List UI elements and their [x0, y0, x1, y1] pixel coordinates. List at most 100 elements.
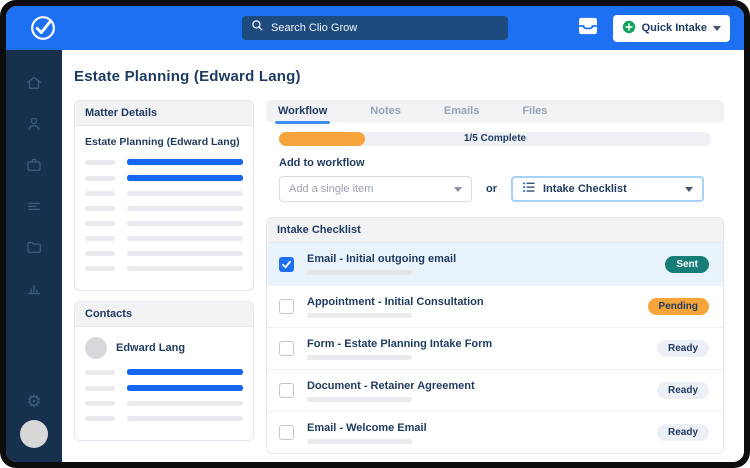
sidebar-item-home[interactable] — [6, 71, 62, 95]
search-input[interactable] — [271, 22, 499, 34]
contact-avatar — [85, 337, 107, 359]
checklist-item-title: Document - Retainer Agreement — [307, 379, 475, 392]
clio-grow-window: Quick Intake — [6, 6, 744, 462]
checklist-list-icon — [522, 180, 536, 199]
matter-details-header: Matter Details — [75, 101, 253, 126]
search-icon — [251, 19, 264, 37]
placeholder-bar-accent — [127, 159, 243, 165]
tab-emails[interactable]: Emails — [444, 100, 479, 122]
workflow-tab-bar: Workflow Notes Emails Files — [266, 100, 724, 124]
placeholder-bar — [85, 175, 115, 181]
user-avatar[interactable] — [20, 420, 48, 448]
placeholder-row — [85, 266, 243, 271]
quick-intake-button[interactable]: Quick Intake — [612, 14, 730, 42]
sidebar-item-reports[interactable] — [6, 276, 62, 300]
placeholder-bar — [85, 416, 115, 421]
intake-checklist-header: Intake Checklist — [267, 218, 723, 243]
contacts-placeholder-list — [85, 369, 243, 421]
checklist-row[interactable]: Email - Welcome Email Ready — [267, 411, 723, 453]
person-icon — [25, 115, 43, 133]
placeholder-bar — [85, 385, 115, 391]
placeholder-bar — [307, 312, 412, 318]
placeholder-bar — [307, 270, 412, 275]
workflow-column: Workflow Notes Emails Files 1/5 Complete… — [266, 100, 724, 454]
checkbox-unchecked[interactable] — [279, 341, 294, 356]
add-to-workflow-label: Add to workflow — [279, 157, 365, 169]
tab-workflow[interactable]: Workflow — [274, 100, 331, 124]
placeholder-bar — [127, 206, 243, 211]
checkbox-checked[interactable] — [279, 256, 294, 272]
checklist-item-title: Email - Welcome Email — [307, 421, 427, 434]
placeholder-bar — [85, 236, 115, 241]
app-window-frame: Quick Intake — [0, 0, 750, 468]
inbox-tray-icon[interactable] — [577, 17, 599, 40]
chevron-down-icon — [685, 186, 693, 192]
contact-row[interactable]: Edward Lang — [85, 337, 243, 359]
checkbox-unchecked[interactable] — [279, 299, 294, 314]
status-badge: Ready — [656, 340, 709, 357]
status-badge: Sent — [665, 255, 709, 273]
placeholder-bar — [85, 221, 115, 226]
placeholder-bar — [127, 236, 243, 241]
status-badge: Ready — [656, 382, 709, 399]
placeholder-bar — [85, 191, 115, 196]
placeholder-bar — [127, 191, 243, 196]
checklist-row[interactable]: Email - Initial outgoing email Sent — [267, 243, 723, 285]
sidebar-item-documents[interactable] — [6, 235, 62, 259]
clio-grow-logo-icon[interactable] — [20, 13, 58, 43]
add-to-workflow-controls: Add a single item or Intake Checklist — [279, 176, 711, 202]
placeholder-bar — [127, 251, 243, 256]
tab-notes[interactable]: Notes — [370, 100, 401, 122]
checklist-item-title: Form - Estate Planning Intake Form — [307, 337, 493, 350]
contact-name: Edward Lang — [116, 342, 186, 354]
contacts-panel: Contacts Edward Lang — [74, 301, 254, 441]
top-bar-actions: Quick Intake — [577, 14, 730, 42]
tab-files[interactable]: Files — [522, 100, 547, 122]
placeholder-row — [85, 191, 243, 196]
placeholder-row — [85, 159, 243, 165]
placeholder-bar — [307, 354, 412, 360]
home-icon — [25, 74, 43, 92]
bar-chart-icon — [25, 279, 43, 297]
global-search[interactable] — [242, 16, 508, 40]
intake-checklist-dropdown[interactable]: Intake Checklist — [511, 176, 704, 202]
placeholder-row — [85, 175, 243, 181]
placeholder-bar — [127, 221, 243, 226]
placeholder-bar — [307, 396, 412, 402]
status-badge: Pending — [647, 298, 709, 315]
single-item-dropdown[interactable]: Add a single item — [279, 176, 472, 202]
matter-details-placeholder-list — [85, 159, 243, 271]
sidebar-item-contacts[interactable] — [6, 112, 62, 136]
settings-gear-icon[interactable]: ⚙ — [26, 393, 41, 410]
checklist-row[interactable]: Form - Estate Planning Intake Form Ready — [267, 327, 723, 369]
checklist-row[interactable]: Appointment - Initial Consultation Pendi… — [267, 285, 723, 327]
placeholder-bar — [85, 369, 115, 375]
folder-icon — [25, 238, 43, 256]
quick-intake-label: Quick Intake — [641, 22, 707, 34]
placeholder-row — [85, 369, 243, 375]
placeholder-row — [85, 236, 243, 241]
placeholder-bar — [85, 266, 115, 271]
placeholder-bar — [85, 206, 115, 211]
sidebar-item-matters[interactable] — [6, 153, 62, 177]
placeholder-bar — [85, 159, 115, 165]
placeholder-bar-accent — [127, 175, 243, 181]
sidebar-item-tasks[interactable] — [6, 194, 62, 218]
placeholder-bar — [85, 401, 115, 406]
checklist-row[interactable]: Document - Retainer Agreement Ready — [267, 369, 723, 411]
matter-name: Estate Planning (Edward Lang) — [85, 136, 240, 148]
checkbox-unchecked[interactable] — [279, 425, 294, 440]
progress-label: 1/5 Complete — [463, 133, 527, 144]
sidebar-nav: ⚙ — [6, 50, 62, 462]
placeholder-row — [85, 416, 243, 421]
list-lines-icon — [25, 197, 43, 215]
left-column: Matter Details Estate Planning (Edward L… — [74, 100, 254, 441]
or-label: or — [486, 183, 497, 195]
placeholder-row — [85, 385, 243, 391]
placeholder-bar — [127, 416, 243, 421]
placeholder-row — [85, 221, 243, 226]
placeholder-row — [85, 206, 243, 211]
placeholder-bar-accent — [127, 369, 243, 375]
placeholder-bar — [85, 251, 115, 256]
checkbox-unchecked[interactable] — [279, 383, 294, 398]
